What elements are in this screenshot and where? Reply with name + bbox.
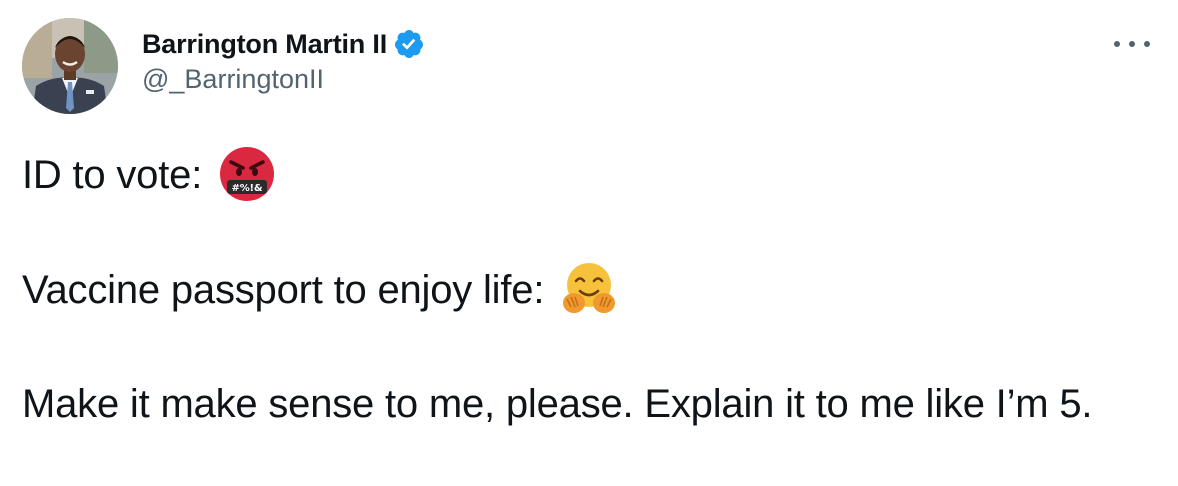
more-dot: [1114, 41, 1120, 47]
line-spacer: [22, 319, 1152, 376]
tweet-text: ID to vote: #%!& Vaccine passport to enj…: [22, 146, 1152, 433]
more-options-icon[interactable]: [1114, 34, 1150, 54]
line-spacer: [22, 204, 1152, 261]
tweet-line: ID to vote: #%!&: [22, 146, 1152, 204]
author-name-row: Barrington Martin II: [142, 26, 425, 62]
tweet-line-text: Make it make sense to me, please. Explai…: [22, 382, 1093, 426]
tweet-line-text: ID to vote:: [22, 153, 203, 197]
author-handle[interactable]: @_BarringtonII: [142, 64, 425, 95]
tweet-line: Vaccine passport to enjoy life:: [22, 261, 1152, 319]
author-display-name[interactable]: Barrington Martin II: [142, 29, 387, 60]
tweet-line: Make it make sense to me, please. Explai…: [22, 376, 1152, 433]
hugging-face-emoji-icon: [561, 261, 617, 317]
tweet-card: Barrington Martin II @_BarringtonII ID t…: [0, 0, 1178, 486]
enraged-face-emoji-icon: #%!&: [219, 146, 275, 202]
tweet-author: Barrington Martin II @_BarringtonII: [142, 26, 425, 95]
verified-badge-icon: [393, 28, 425, 60]
more-dot: [1144, 41, 1150, 47]
tweet-line-text: Vaccine passport to enjoy life:: [22, 268, 545, 312]
more-dot: [1129, 41, 1135, 47]
emoji-symbols: #%!&: [232, 183, 263, 194]
author-avatar[interactable]: [22, 18, 118, 114]
